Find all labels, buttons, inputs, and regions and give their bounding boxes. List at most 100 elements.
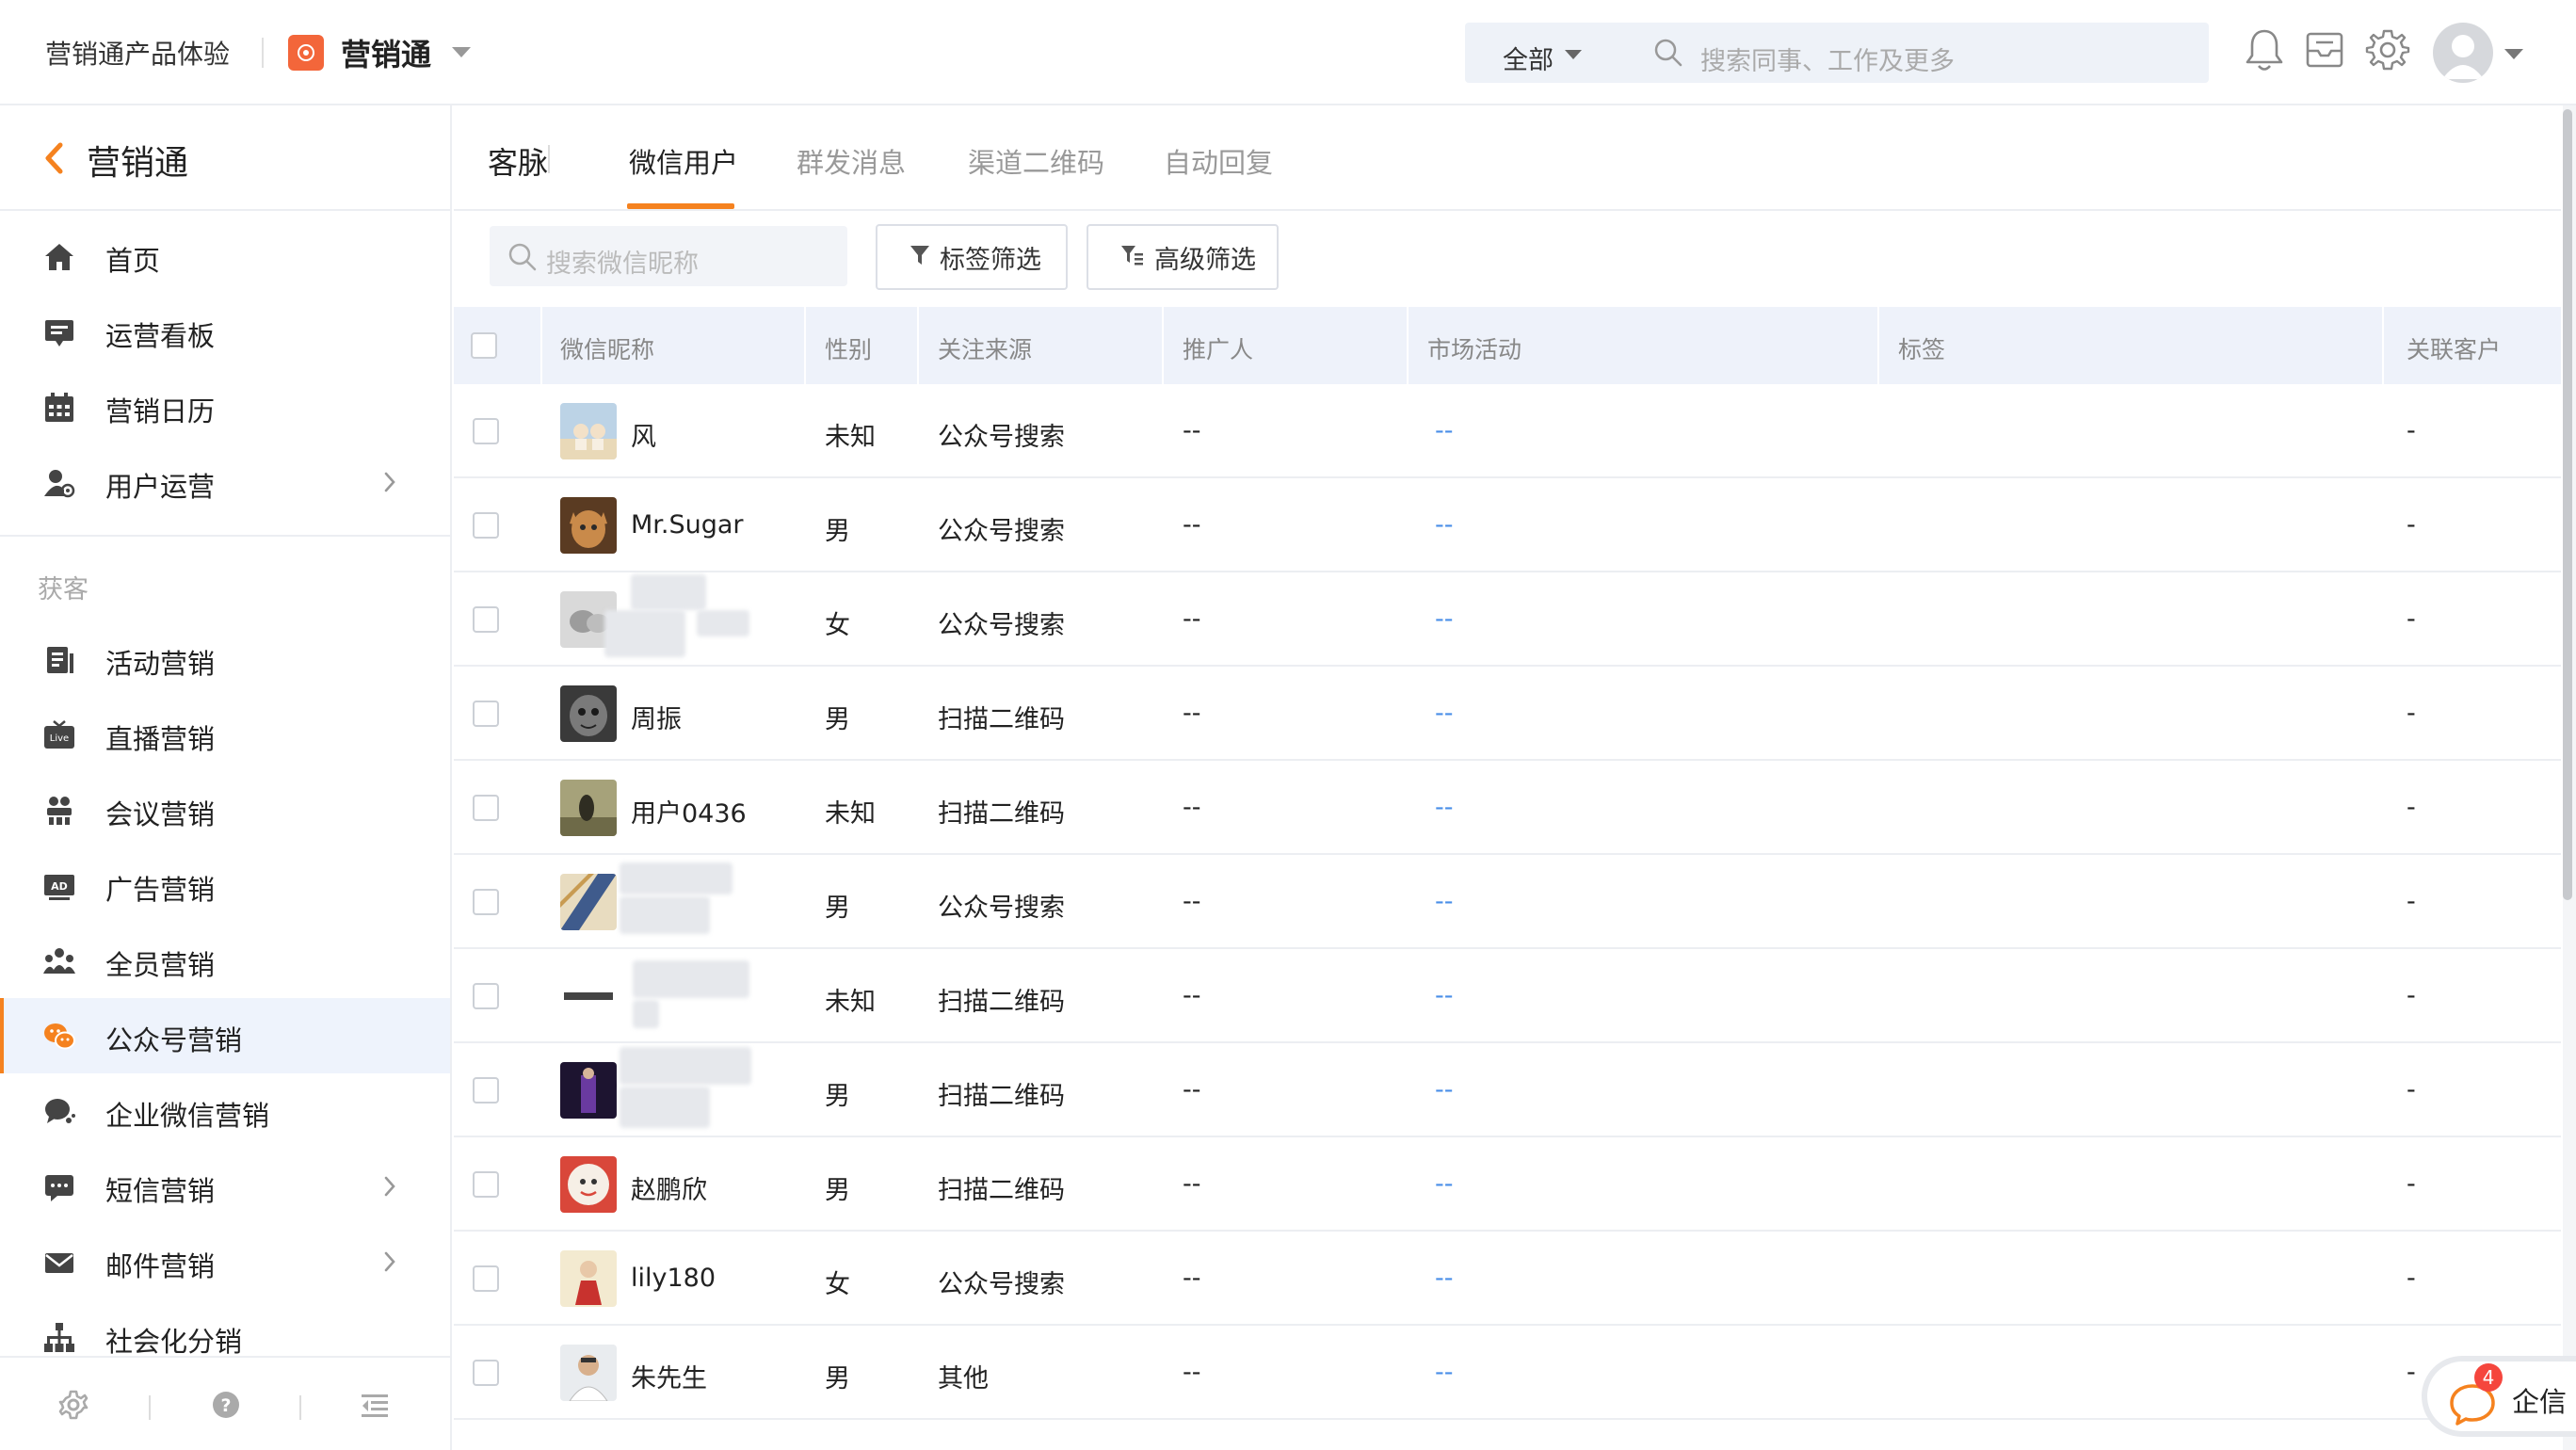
qixin-chat-button[interactable]: 4 企信 (2422, 1356, 2576, 1437)
row-checkbox[interactable] (473, 418, 499, 444)
sidebar-item-live[interactable]: Live 直播营销 (0, 697, 450, 772)
user-campaign-link[interactable]: -- (1435, 416, 1454, 445)
table-row[interactable]: 女 公众号搜索 -- -- - (454, 572, 2561, 667)
user-campaign-link[interactable]: -- (1435, 1169, 1454, 1199)
user-campaign-link[interactable]: -- (1435, 510, 1454, 540)
avatar[interactable] (2433, 23, 2493, 83)
row-checkbox[interactable] (473, 1077, 499, 1104)
tab-auto-reply[interactable]: 自动回复 (1164, 141, 1273, 181)
col-header-tags[interactable]: 标签 (1898, 331, 1945, 365)
select-all-checkbox[interactable] (471, 332, 497, 359)
user-campaign-link[interactable]: -- (1435, 1264, 1454, 1293)
advanced-filter-button[interactable]: 高级筛选 (1087, 224, 1279, 290)
user-campaign-link[interactable]: -- (1435, 604, 1454, 634)
col-header-source[interactable]: 关注来源 (938, 331, 1032, 365)
user-campaign-link[interactable]: -- (1435, 1075, 1454, 1104)
nickname-search-input[interactable]: 搜索微信昵称 (490, 226, 847, 286)
user-linked-customer[interactable]: - (2407, 416, 2416, 445)
user-linked-customer[interactable]: - (2407, 604, 2416, 634)
collapse-menu-icon[interactable] (360, 1390, 390, 1424)
col-header-campaign[interactable]: 市场活动 (1427, 331, 1521, 365)
user-campaign-link[interactable]: -- (1435, 1358, 1454, 1387)
user-nickname[interactable]: 用户0436 (631, 793, 747, 830)
user-linked-customer[interactable]: - (2407, 510, 2416, 540)
tab-root-kemai[interactable]: 客脉 (488, 139, 548, 183)
user-linked-customer[interactable]: - (2407, 1075, 2416, 1104)
user-linked-customer[interactable]: - (2407, 793, 2416, 822)
sidebar-item-wechat-official[interactable]: 公众号营销 (0, 998, 450, 1073)
search-scope-select[interactable]: 全部 (1503, 40, 1554, 76)
user-linked-customer[interactable]: - (2407, 887, 2416, 916)
vertical-scrollbar[interactable] (2563, 105, 2576, 1450)
table-row[interactable]: 朱先生 男 其他 -- -- - (454, 1326, 2561, 1420)
tab-wechat-users[interactable]: 微信用户 (629, 141, 738, 181)
sidebar-item-activity[interactable]: 活动营销 (0, 621, 450, 697)
sidebar-item-dashboard[interactable]: 运营看板 (0, 294, 450, 369)
user-nickname[interactable]: 风 (631, 416, 656, 453)
chevron-down-icon[interactable] (1565, 50, 1582, 59)
scrollbar-thumb[interactable] (2563, 109, 2572, 900)
col-header-customer[interactable]: 关联客户 (2407, 331, 2501, 365)
user-nickname[interactable]: Mr.Sugar (631, 510, 744, 540)
table-row[interactable]: 未知 扫描二维码 -- -- - (454, 949, 2561, 1043)
sidebar-item-wecom[interactable]: 企业微信营销 (0, 1073, 450, 1149)
gear-icon[interactable] (2365, 26, 2410, 77)
user-linked-customer[interactable]: - (2407, 1169, 2416, 1199)
row-checkbox[interactable] (473, 606, 499, 633)
product-name[interactable]: 营销通产品体验 (45, 34, 230, 72)
table-row[interactable]: 男 公众号搜索 -- -- - (454, 855, 2561, 949)
sidebar-item-meeting[interactable]: 会议营销 (0, 772, 450, 847)
row-checkbox[interactable] (473, 1360, 499, 1386)
row-checkbox[interactable] (473, 1171, 499, 1198)
global-search-input[interactable]: 搜索同事、工作及更多 (1700, 40, 1955, 77)
row-checkbox[interactable] (473, 795, 499, 821)
tab-group-messages[interactable]: 群发消息 (797, 141, 906, 181)
table-row[interactable]: 赵鹏欣 男 扫描二维码 -- -- - (454, 1137, 2561, 1232)
user-linked-customer[interactable]: - (2407, 1264, 2416, 1293)
user-linked-customer[interactable]: - (2407, 1358, 2416, 1387)
col-header-promoter[interactable]: 推广人 (1183, 331, 1253, 365)
user-campaign-link[interactable]: -- (1435, 793, 1454, 822)
user-campaign-link[interactable]: -- (1435, 887, 1454, 916)
inbox-icon[interactable] (2303, 26, 2346, 77)
back-chevron-icon[interactable] (41, 141, 66, 179)
row-checkbox[interactable] (473, 983, 499, 1009)
bell-icon[interactable] (2243, 26, 2286, 77)
user-linked-customer[interactable]: - (2407, 699, 2416, 728)
row-checkbox[interactable] (473, 701, 499, 727)
sidebar-item-ad[interactable]: AD 广告营销 (0, 847, 450, 923)
help-icon[interactable]: ? (211, 1390, 241, 1424)
brand-dropdown-caret-icon[interactable] (452, 47, 471, 57)
sidebar-item-home[interactable]: 首页 (0, 218, 450, 294)
settings-gear-icon[interactable] (58, 1390, 89, 1424)
tag-filter-button[interactable]: 标签筛选 (876, 224, 1068, 290)
user-campaign-link[interactable]: -- (1435, 981, 1454, 1010)
brand-logo-icon[interactable] (288, 35, 324, 71)
sidebar-item-mail[interactable]: 邮件营销 (0, 1224, 450, 1299)
sidebar-item-team[interactable]: 全员营销 (0, 923, 450, 998)
col-header-nickname[interactable]: 微信昵称 (560, 331, 654, 365)
table-row[interactable]: 风 未知 公众号搜索 -- -- - (454, 384, 2561, 478)
table-row[interactable]: lily180 女 公众号搜索 -- -- - (454, 1232, 2561, 1326)
user-nickname[interactable]: lily180 (631, 1264, 716, 1293)
global-search[interactable]: 全部 搜索同事、工作及更多 (1465, 23, 2209, 83)
table-row[interactable]: 周振 男 扫描二维码 -- -- - (454, 667, 2561, 761)
user-nickname[interactable]: 周振 (631, 699, 682, 735)
table-row[interactable]: Mr.Sugar 男 公众号搜索 -- -- - (454, 478, 2561, 572)
sidebar-item-calendar[interactable]: 营销日历 (0, 369, 450, 444)
row-checkbox[interactable] (473, 889, 499, 915)
sidebar-item-sms[interactable]: 短信营销 (0, 1149, 450, 1224)
tab-channel-qrcode[interactable]: 渠道二维码 (968, 141, 1104, 181)
user-nickname[interactable]: 赵鹏欣 (631, 1169, 707, 1206)
brand-name[interactable]: 营销通 (341, 31, 431, 74)
row-checkbox[interactable] (473, 512, 499, 539)
table-row[interactable]: 男 扫描二维码 -- -- - (454, 1043, 2561, 1137)
user-linked-customer[interactable]: - (2407, 981, 2416, 1010)
row-checkbox[interactable] (473, 1265, 499, 1292)
sidebar-item-user-ops[interactable]: 用户运营 (0, 444, 450, 520)
user-menu-caret-icon[interactable] (2504, 49, 2523, 59)
user-campaign-link[interactable]: -- (1435, 699, 1454, 728)
table-row[interactable]: 用户0436 未知 扫描二维码 -- -- - (454, 761, 2561, 855)
col-header-gender[interactable]: 性别 (825, 331, 872, 365)
user-nickname[interactable]: 朱先生 (631, 1358, 707, 1394)
